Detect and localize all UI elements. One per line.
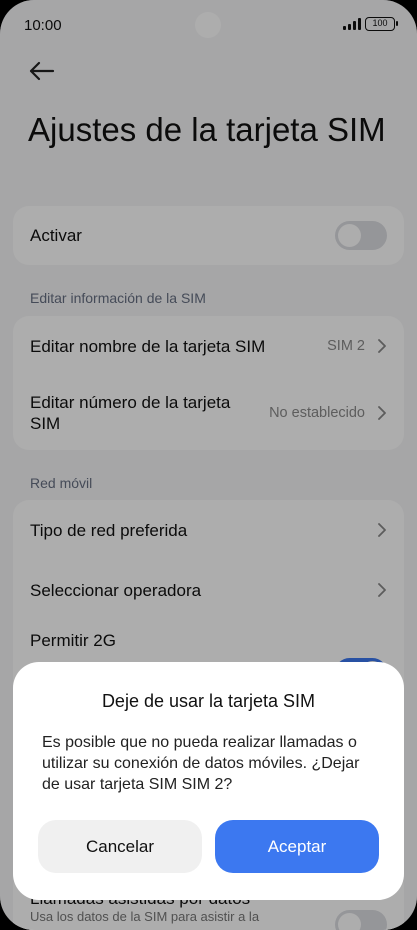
dialog-message: Es posible que no pueda realizar llamada… <box>42 734 360 793</box>
accept-button[interactable]: Aceptar <box>215 820 379 873</box>
stop-sim-dialog: Deje de usar la tarjeta SIM Es posible q… <box>13 662 404 900</box>
cancel-button[interactable]: Cancelar <box>38 820 202 873</box>
phone-screen: 10:00 100 Ajustes de la tarjeta SIM Acti… <box>0 0 417 930</box>
dialog-title: Deje de usar la tarjeta SIM <box>101 691 316 711</box>
